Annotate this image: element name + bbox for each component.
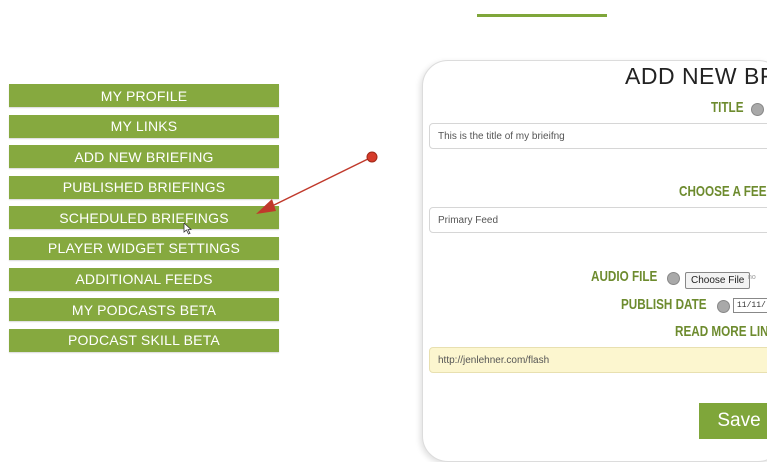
mouse-cursor-icon — [183, 223, 193, 235]
annotation-arrow — [256, 151, 378, 214]
